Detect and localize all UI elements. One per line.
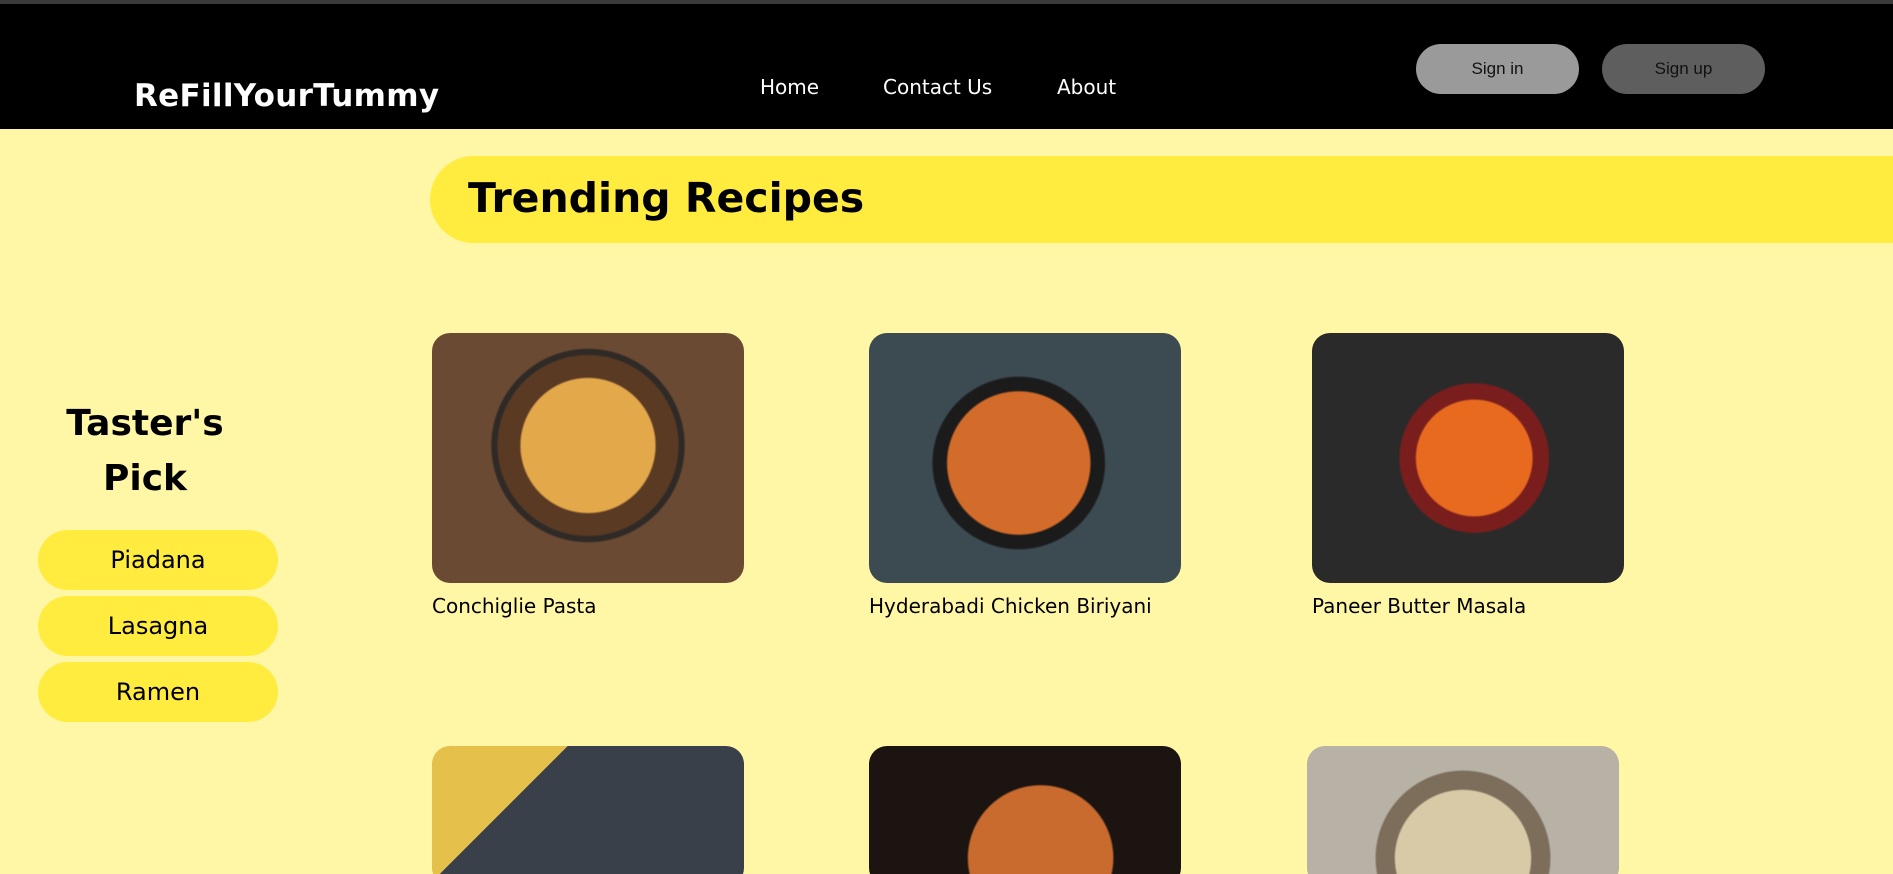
nav-contact-link[interactable]: Contact Us	[883, 75, 992, 99]
pasta-photo[interactable]	[432, 333, 744, 583]
nav-home-link[interactable]: Home	[760, 75, 819, 99]
recipe-caption[interactable]: Paneer Butter Masala	[1312, 594, 1526, 618]
sign-up-button[interactable]: Sign up	[1602, 44, 1765, 94]
recipe-caption[interactable]: Hyderabadi Chicken Biriyani	[869, 594, 1152, 618]
biriyani-photo[interactable]	[869, 333, 1181, 583]
pick-lasagna-button[interactable]: Lasagna	[38, 596, 278, 656]
sign-in-button[interactable]: Sign in	[1416, 44, 1579, 94]
paneer-photo[interactable]	[1312, 333, 1624, 583]
site-header: ReFillYourTummy Home Contact Us About Si…	[0, 4, 1893, 129]
recipe-caption[interactable]: Conchiglie Pasta	[432, 594, 597, 618]
trending-banner: Trending Recipes	[430, 156, 1893, 243]
tasters-pick-title: Taster's Pick	[66, 403, 224, 499]
lasagna-photo[interactable]	[869, 746, 1181, 874]
pick-ramen-button[interactable]: Ramen	[38, 662, 278, 722]
piadana-photo[interactable]	[432, 746, 744, 874]
page-title: Trending Recipes	[468, 174, 865, 222]
brand-logo[interactable]: ReFillYourTummy	[134, 78, 439, 114]
ramen-photo[interactable]	[1307, 746, 1619, 874]
pick-piadana-button[interactable]: Piadana	[38, 530, 278, 590]
nav-about-link[interactable]: About	[1057, 75, 1116, 99]
